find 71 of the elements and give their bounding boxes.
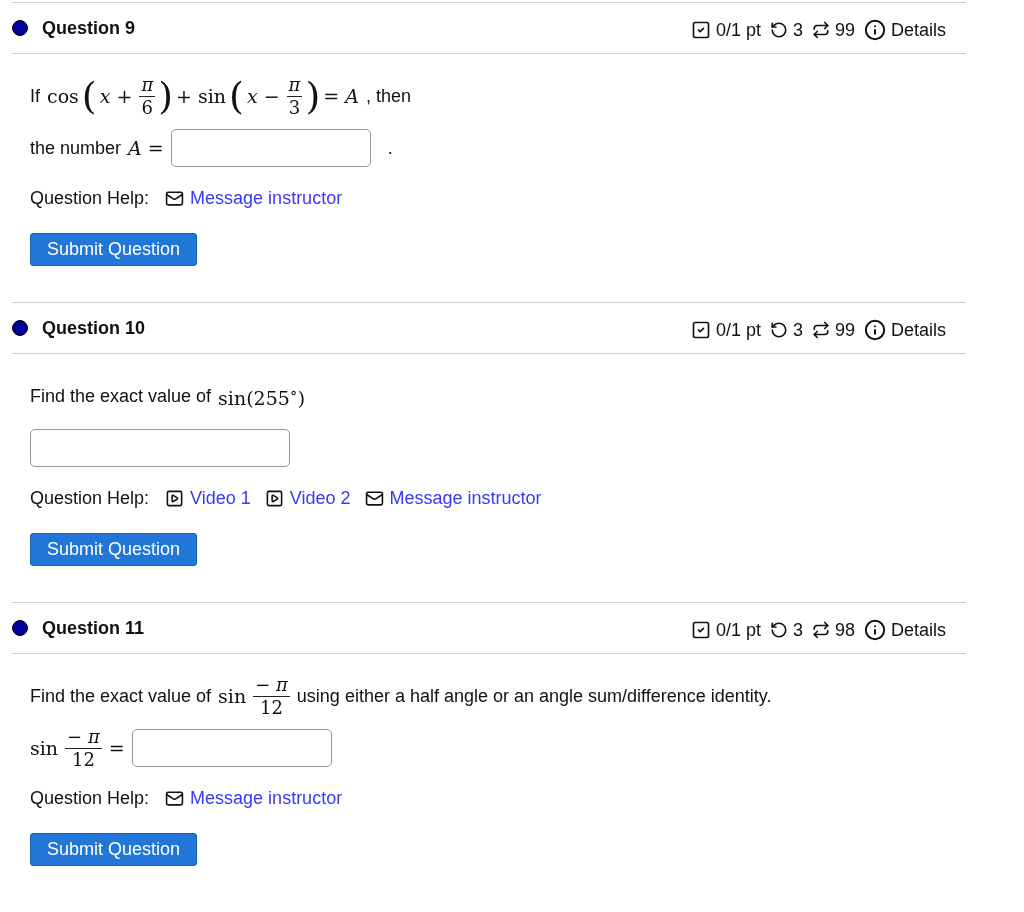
question-title: Question 10 — [42, 317, 147, 339]
details-link[interactable]: Details — [890, 319, 946, 341]
math-expression: sin — [30, 737, 59, 759]
repeat-icon — [811, 321, 830, 339]
parenthesis: ) — [305, 77, 321, 115]
math-expression: sin(255$^{∘}$) — [218, 382, 306, 410]
parenthesis: ( — [81, 77, 97, 115]
fraction: − π 12 — [253, 674, 290, 718]
checkbox-icon — [690, 620, 711, 640]
regenerations-count: 99 — [834, 19, 855, 41]
question-text: , then — [365, 85, 411, 107]
help-label: Question Help: — [30, 188, 150, 209]
question-text: If — [30, 85, 40, 107]
video-icon — [264, 489, 284, 508]
question-title: Question 11 — [42, 617, 146, 639]
submit-button[interactable]: Submit Question — [30, 533, 198, 566]
undo-icon — [769, 21, 788, 39]
score-text: 0/1 pt — [715, 19, 761, 41]
checkbox-icon — [690, 320, 711, 340]
undo-icon — [769, 321, 788, 339]
question-title: Question 9 — [42, 17, 136, 39]
checkbox-icon — [690, 20, 711, 40]
parenthesis: ) — [158, 77, 174, 115]
tries-count: 3 — [792, 619, 803, 641]
repeat-icon — [811, 621, 830, 639]
info-icon[interactable] — [863, 19, 886, 41]
video-icon — [165, 489, 185, 508]
submit-button[interactable]: Submit Question — [30, 833, 198, 866]
mail-icon — [165, 789, 185, 808]
answer-field[interactable] — [30, 429, 290, 467]
regenerations-count: 98 — [834, 619, 855, 641]
regenerations-count: 99 — [834, 319, 855, 341]
math-expression: = — [108, 737, 125, 759]
answer-field[interactable] — [131, 729, 332, 767]
parenthesis: ( — [229, 77, 244, 115]
math-expression: + sin — [176, 85, 227, 107]
mail-icon — [364, 489, 384, 508]
help-link[interactable]: Message instructor — [389, 488, 542, 509]
info-icon[interactable] — [863, 619, 886, 641]
help-link[interactable]: Message instructor — [190, 788, 343, 809]
question-text: Find the exact value of — [30, 385, 212, 407]
undo-icon — [769, 621, 788, 639]
score-text: 0/1 pt — [715, 319, 761, 341]
fraction: π 6 — [139, 74, 156, 118]
fraction: − π 12 — [65, 726, 102, 770]
question-text: the number — [30, 137, 122, 159]
help-link[interactable]: Video 2 — [289, 488, 351, 509]
math-expression: = A — [323, 85, 359, 107]
tries-count: 3 — [792, 19, 803, 41]
help-link[interactable]: Message instructor — [190, 188, 343, 209]
tries-count: 3 — [792, 319, 803, 341]
question-text: Find the exact value of — [30, 685, 212, 707]
details-link[interactable]: Details — [890, 19, 946, 41]
info-icon[interactable] — [863, 319, 886, 341]
math-expression: x + — [99, 85, 133, 107]
score-text: 0/1 pt — [715, 619, 761, 641]
details-link[interactable]: Details — [890, 619, 946, 641]
help-label: Question Help: — [30, 788, 150, 809]
math-expression: cos — [47, 85, 79, 107]
math-expression: sin — [218, 685, 247, 707]
question-text: using either a half angle or an angle sum/difference identity. — [296, 685, 772, 707]
mail-icon — [165, 189, 185, 208]
help-link[interactable]: Video 1 — [190, 488, 251, 509]
repeat-icon — [811, 21, 830, 39]
answer-field[interactable] — [170, 129, 371, 167]
help-label: Question Help: — [30, 488, 150, 509]
math-expression: x − — [246, 85, 280, 107]
math-expression: A = — [128, 137, 164, 159]
fraction: π 3 — [286, 74, 303, 118]
question-text: . — [387, 137, 393, 159]
submit-button[interactable]: Submit Question — [30, 233, 198, 266]
